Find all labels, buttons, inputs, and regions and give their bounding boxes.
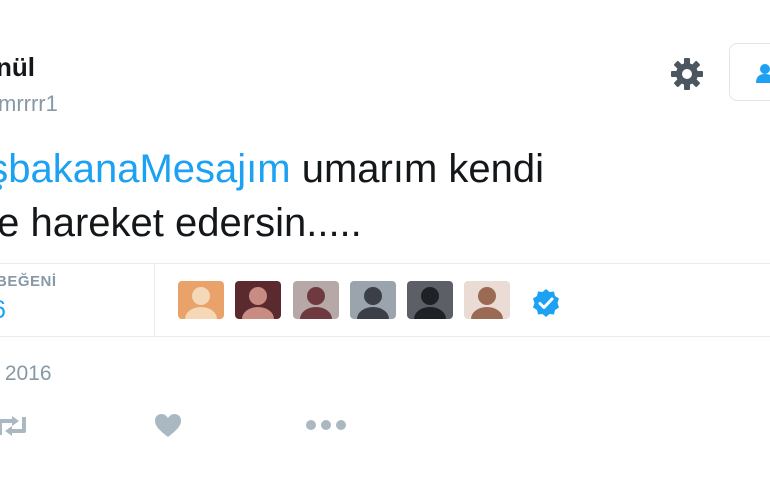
more-options-icon[interactable] — [305, 418, 347, 437]
liked-by-avatar[interactable] — [235, 281, 281, 319]
verified-badge-icon — [530, 287, 562, 319]
stats-top-divider — [0, 263, 770, 264]
gear-icon[interactable] — [668, 55, 706, 93]
liked-by-avatar[interactable] — [464, 281, 510, 319]
likes-label: BEĞENİ — [0, 273, 57, 290]
hashtag-link[interactable]: aşbakanaMesajım — [0, 147, 291, 191]
stats-separator — [154, 264, 155, 336]
follow-user-icon — [756, 64, 770, 83]
display-name[interactable]: nül — [0, 52, 35, 83]
liked-by-avatar[interactable] — [293, 281, 339, 319]
tweet-line-1-text: umarım kendi — [290, 147, 545, 191]
retweet-icon[interactable] — [0, 413, 30, 444]
tweet-line-1: aşbakanaMesajım umarım kendi — [0, 142, 766, 196]
tweet-text: aşbakanaMesajım umarım kendi nle hareket… — [0, 142, 766, 250]
liked-by-avatar[interactable] — [350, 281, 396, 319]
liked-by-avatar[interactable] — [407, 281, 453, 319]
follow-button[interactable] — [729, 43, 770, 101]
tweet-line-2: nle hareket edersin..... — [0, 201, 362, 245]
tweet-timestamp[interactable]: r 2016 — [0, 362, 52, 386]
user-handle[interactable]: mrrrr1 — [0, 91, 58, 117]
likes-count[interactable]: 6 — [0, 296, 6, 325]
liked-by-avatar[interactable] — [178, 281, 224, 319]
stats-bottom-divider — [0, 336, 770, 337]
heart-icon[interactable] — [153, 411, 183, 444]
